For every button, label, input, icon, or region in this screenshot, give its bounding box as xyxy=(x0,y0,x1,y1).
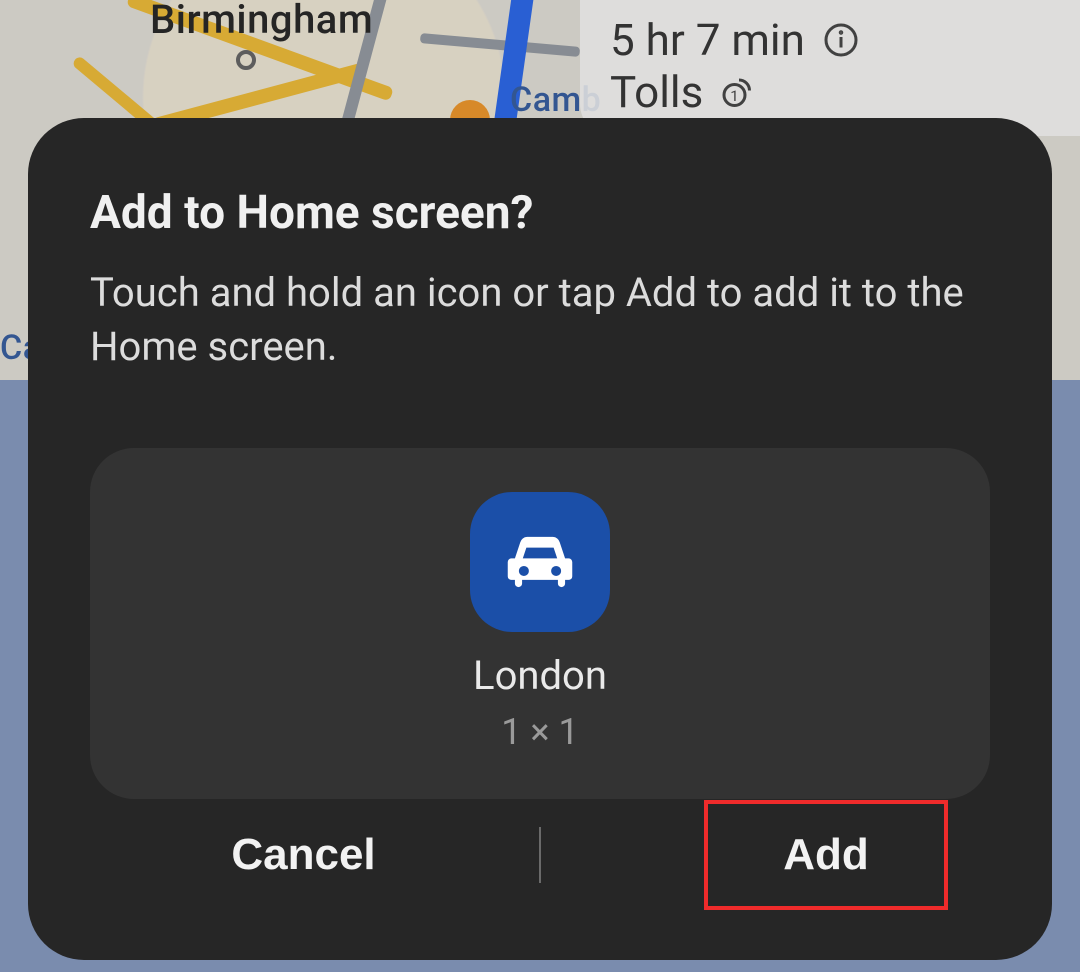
shortcut-preview[interactable]: London 1 × 1 xyxy=(90,448,990,799)
car-icon[interactable] xyxy=(470,492,610,632)
button-divider xyxy=(539,827,541,883)
dialog-description: Touch and hold an icon or tap Add to add… xyxy=(90,266,990,374)
dialog-button-row: Cancel Add xyxy=(88,800,992,910)
add-to-home-dialog: Add to Home screen? Touch and hold an ic… xyxy=(28,118,1052,960)
dialog-title: Add to Home screen? xyxy=(90,186,990,240)
add-button[interactable]: Add xyxy=(704,800,948,910)
shortcut-name: London xyxy=(473,652,607,699)
shortcut-size: 1 × 1 xyxy=(501,711,579,753)
cancel-button[interactable]: Cancel xyxy=(88,804,519,906)
